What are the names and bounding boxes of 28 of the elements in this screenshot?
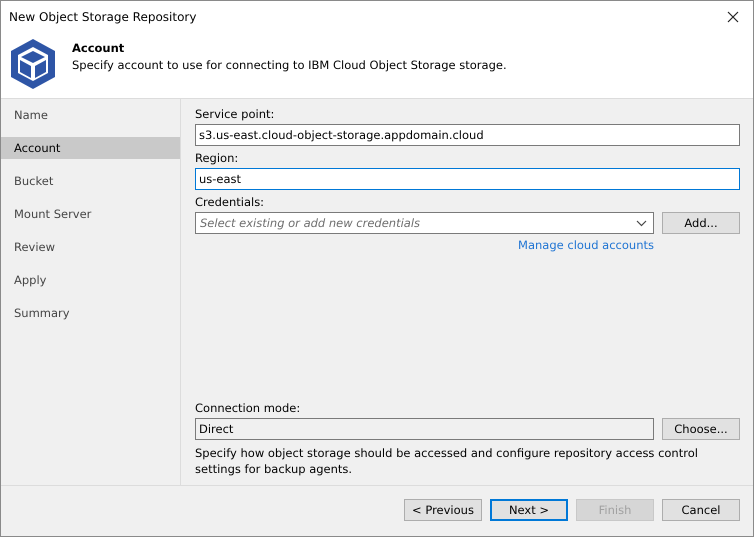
chevron-icon <box>636 220 647 226</box>
choose-button[interactable]: Choose... <box>662 418 740 440</box>
connection-mode-field: Direct <box>195 418 654 440</box>
field-label: Credentials: <box>195 195 266 209</box>
wizard-step[interactable]: Summary <box>1 302 180 324</box>
field-label: Service point: <box>195 107 276 121</box>
wizard-step[interactable]: Name <box>1 104 180 126</box>
manage-cloud-accounts-link[interactable]: Manage cloud accounts <box>518 238 654 252</box>
wizard-step[interactable]: Apply <box>1 269 180 291</box>
add-button[interactable]: Add... <box>662 212 740 234</box>
field-label: Connection mode: <box>195 401 302 415</box>
wizard-button[interactable]: Cancel <box>662 499 740 521</box>
wizard-step[interactable]: Account <box>1 137 180 159</box>
region-field[interactable]: us-east <box>195 168 740 190</box>
credentials-dropdown[interactable]: Select existing or add new credentials <box>195 212 654 234</box>
wizard-button[interactable]: Next > <box>490 499 568 521</box>
wizard-step[interactable]: Mount Server <box>1 203 180 225</box>
wizard-step[interactable]: Bucket <box>1 170 180 192</box>
wizard-step[interactable]: Review <box>1 236 180 258</box>
page-description: Specify account to use for connecting to IBM Cloud Object Storage storage. <box>72 58 507 72</box>
page-title: Account <box>72 41 126 55</box>
cube-icon <box>10 38 56 90</box>
close-icon[interactable] <box>727 10 739 22</box>
wizard-button[interactable]: < Previous <box>404 499 482 521</box>
connection-mode-description: Specify how object storage should be accessed and configure repository access control settings for backup agents. <box>195 445 699 477</box>
service-point-field[interactable]: s3.us-east.cloud-object-storage.appdomain.cloud <box>195 124 740 146</box>
field-label: Region: <box>195 151 240 165</box>
window-title: New Object Storage Repository <box>9 10 196 24</box>
